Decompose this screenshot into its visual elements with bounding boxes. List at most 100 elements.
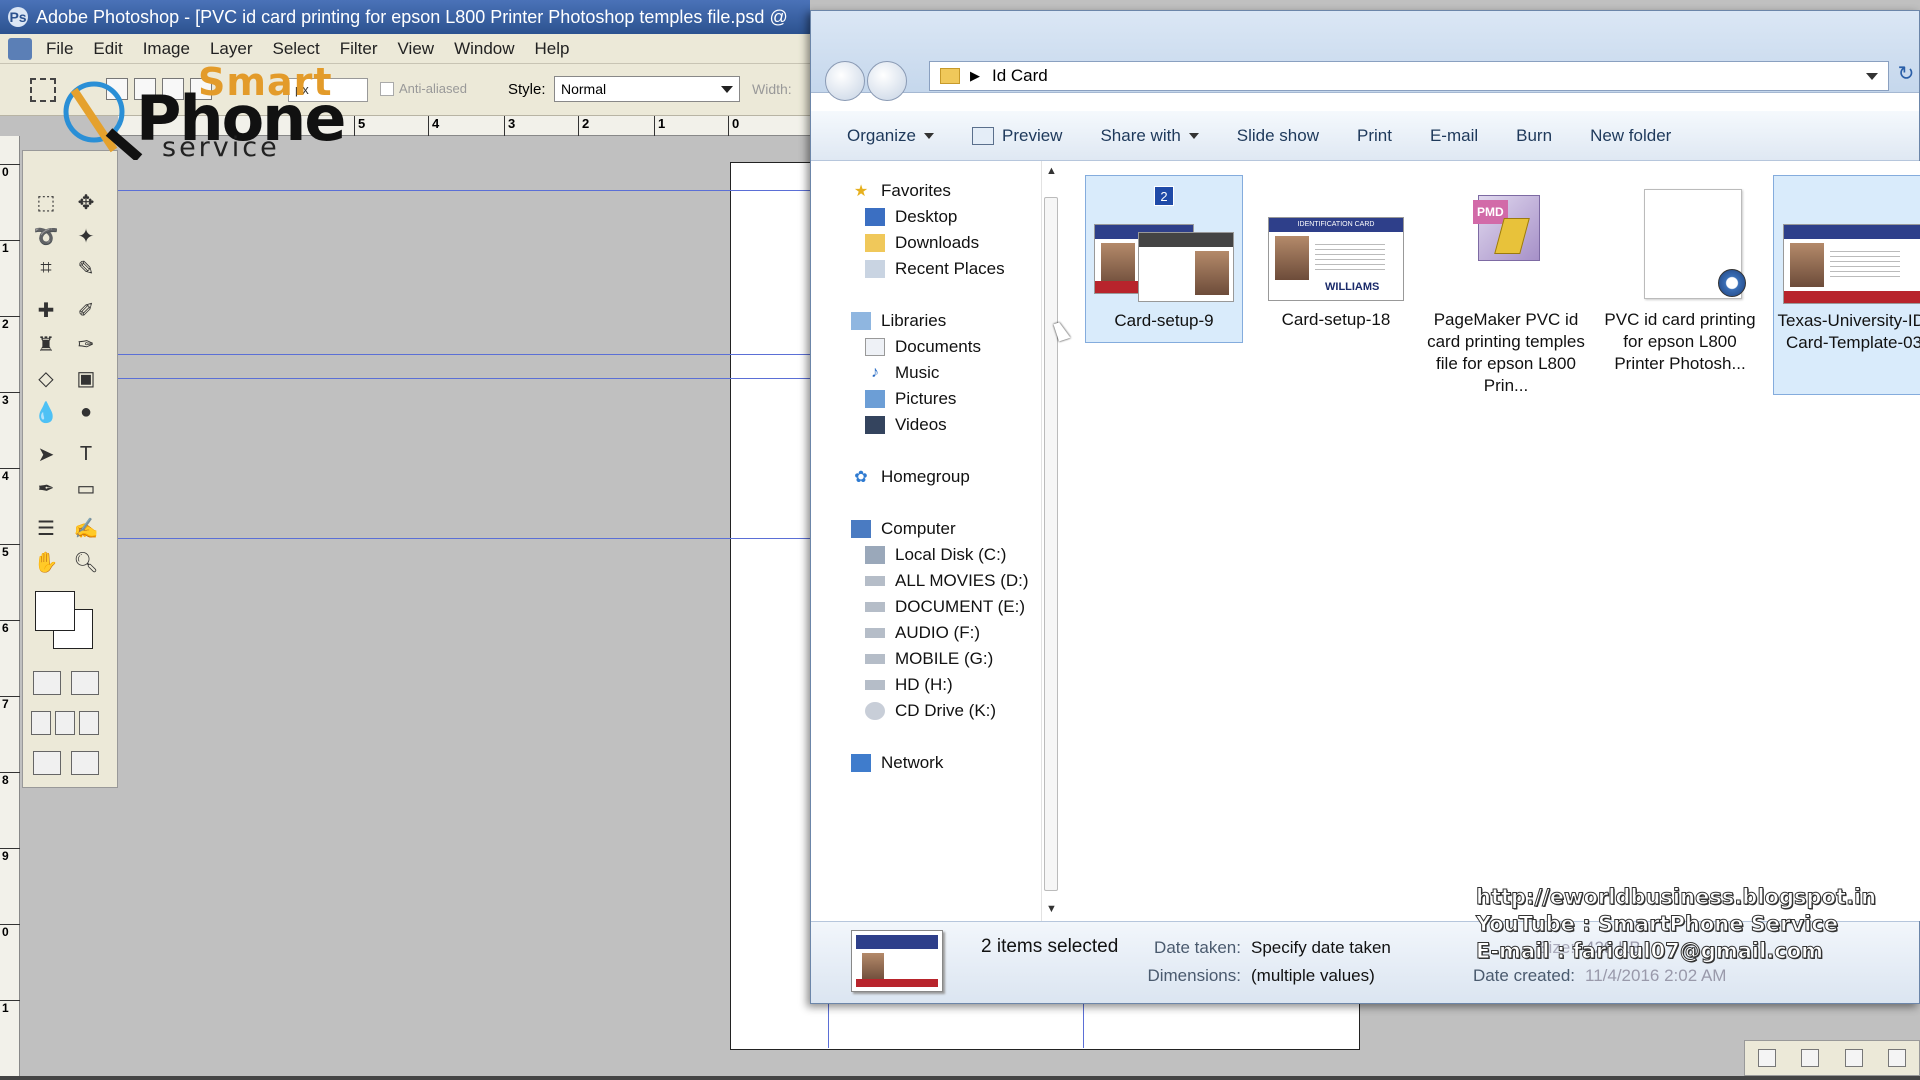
nav-downloads[interactable]: Downloads bbox=[865, 233, 979, 253]
nav-hd[interactable]: HD (H:) bbox=[865, 675, 953, 695]
quick-mask-icon[interactable] bbox=[71, 671, 99, 695]
eyedropper-icon[interactable]: ✍ bbox=[71, 515, 101, 541]
nav-recent-places[interactable]: Recent Places bbox=[865, 259, 1005, 279]
nav-pictures[interactable]: Pictures bbox=[865, 389, 956, 409]
chevron-right-icon[interactable]: ▶ bbox=[970, 68, 980, 84]
brush-icon[interactable]: ✐ bbox=[71, 297, 101, 323]
file-item-psd[interactable]: PVC id card printing for epson L800 Prin… bbox=[1601, 175, 1759, 375]
rectangle-shape-icon[interactable]: ▭ bbox=[71, 475, 101, 501]
anti-aliased-checkbox[interactable]: Anti-aliased bbox=[380, 81, 467, 96]
nav-cd-drive[interactable]: CD Drive (K:) bbox=[865, 701, 996, 721]
eraser-icon[interactable]: ◇ bbox=[31, 365, 61, 391]
subtract-selection-icon[interactable] bbox=[162, 78, 184, 100]
pictures-icon bbox=[865, 390, 885, 408]
palette-icon[interactable] bbox=[1757, 1049, 1776, 1067]
blur-icon[interactable]: 💧 bbox=[31, 399, 61, 425]
menu-file[interactable]: File bbox=[46, 39, 73, 59]
palette-icon[interactable] bbox=[1888, 1049, 1907, 1067]
menu-layer[interactable]: Layer bbox=[210, 39, 253, 59]
screen-mode-1-icon[interactable] bbox=[31, 711, 51, 735]
history-brush-icon[interactable]: ✑ bbox=[71, 331, 101, 357]
nav-network[interactable]: Network bbox=[851, 753, 943, 773]
print-button[interactable]: Print bbox=[1357, 126, 1392, 146]
menu-help[interactable]: Help bbox=[535, 39, 570, 59]
foreground-color-swatch[interactable] bbox=[35, 591, 75, 631]
file-item-card-setup-18[interactable]: IDENTIFICATION CARD WILLIAMS Card-setup-… bbox=[1257, 175, 1415, 331]
nav-libraries[interactable]: Libraries bbox=[851, 311, 946, 331]
scroll-down-icon[interactable]: ▼ bbox=[1046, 903, 1057, 915]
slide-show-button[interactable]: Slide show bbox=[1237, 126, 1319, 146]
nav-document-e[interactable]: DOCUMENT (E:) bbox=[865, 597, 1025, 617]
burn-button[interactable]: Burn bbox=[1516, 126, 1552, 146]
date-taken-value[interactable]: Specify date taken bbox=[1251, 938, 1391, 958]
email-button[interactable]: E-mail bbox=[1430, 126, 1478, 146]
dodge-icon[interactable]: ● bbox=[71, 399, 101, 425]
refresh-icon[interactable]: ↻ bbox=[1893, 61, 1919, 91]
scrollbar-thumb[interactable] bbox=[1044, 197, 1058, 891]
nav-documents[interactable]: Documents bbox=[865, 337, 981, 357]
magic-wand-icon[interactable]: ✦ bbox=[71, 223, 101, 249]
nav-all-movies[interactable]: ALL MOVIES (D:) bbox=[865, 571, 1029, 591]
nav-mobile[interactable]: MOBILE (G:) bbox=[865, 649, 993, 669]
horizontal-ruler: 5 4 3 2 1 0 bbox=[118, 116, 810, 136]
file-item-card-setup-9[interactable]: 2 Card-setup-9 bbox=[1085, 175, 1243, 343]
nav-homegroup[interactable]: ✿ Homegroup bbox=[851, 467, 970, 487]
menu-select[interactable]: Select bbox=[272, 39, 319, 59]
rect-marquee-icon[interactable]: ⬚ bbox=[31, 189, 61, 215]
imageready-icon[interactable] bbox=[71, 751, 99, 775]
lasso-icon[interactable]: ➰ bbox=[31, 223, 61, 249]
healing-brush-icon[interactable]: ✚ bbox=[31, 297, 61, 323]
preview-button[interactable]: Preview bbox=[971, 126, 1062, 146]
slice-icon[interactable]: ✎ bbox=[71, 255, 101, 281]
checkbox-box[interactable] bbox=[380, 81, 394, 96]
forward-button[interactable] bbox=[867, 61, 907, 101]
jump-to-imageready-icon[interactable] bbox=[33, 751, 61, 775]
new-selection-icon[interactable] bbox=[106, 78, 128, 100]
organize-button[interactable]: Organize bbox=[847, 126, 934, 146]
feather-input[interactable]: px bbox=[288, 78, 368, 102]
gradient-icon[interactable]: ▣ bbox=[71, 365, 101, 391]
nav-desktop[interactable]: Desktop bbox=[865, 207, 957, 227]
clone-stamp-icon[interactable]: ♜ bbox=[31, 331, 61, 357]
menu-view[interactable]: View bbox=[398, 39, 435, 59]
file-item-pagemaker[interactable]: PMD PageMaker PVC id card printing templ… bbox=[1427, 175, 1585, 397]
file-name: PageMaker PVC id card printing temples f… bbox=[1427, 310, 1585, 395]
notes-icon[interactable]: ☰ bbox=[31, 515, 61, 541]
nav-local-disk[interactable]: Local Disk (C:) bbox=[865, 545, 1006, 565]
nav-computer[interactable]: Computer bbox=[851, 519, 956, 539]
marquee-preset-icon[interactable] bbox=[30, 78, 56, 102]
new-folder-button[interactable]: New folder bbox=[1590, 126, 1671, 146]
menu-edit[interactable]: Edit bbox=[93, 39, 122, 59]
nav-pane-scrollbar[interactable]: ▲ ▼ bbox=[1041, 161, 1059, 921]
path-select-icon[interactable]: ➤ bbox=[31, 441, 61, 467]
nav-videos[interactable]: Videos bbox=[865, 415, 947, 435]
screen-mode-3-icon[interactable] bbox=[79, 711, 99, 735]
file-thumbnail: 2 bbox=[1094, 184, 1234, 302]
standard-mode-icon[interactable] bbox=[33, 671, 61, 695]
nav-music[interactable]: ♪ Music bbox=[865, 363, 939, 383]
back-button[interactable] bbox=[825, 61, 865, 101]
address-field[interactable]: ▶ Id Card bbox=[929, 61, 1889, 91]
zoom-tool-icon[interactable]: 🔍︎ bbox=[71, 549, 101, 575]
screen-mode-2-icon[interactable] bbox=[55, 711, 75, 735]
hand-tool-icon[interactable]: ✋ bbox=[31, 549, 61, 575]
add-selection-icon[interactable] bbox=[134, 78, 156, 100]
file-item-texas-university[interactable]: Texas-University-ID-Card-Template-03 bbox=[1773, 175, 1920, 395]
menu-image[interactable]: Image bbox=[143, 39, 190, 59]
palette-icon[interactable] bbox=[1844, 1049, 1863, 1067]
move-tool-icon[interactable]: ✥ bbox=[71, 189, 101, 215]
nav-audio[interactable]: AUDIO (F:) bbox=[865, 623, 980, 643]
share-with-button[interactable]: Share with bbox=[1100, 126, 1199, 146]
palette-icon[interactable] bbox=[1801, 1049, 1820, 1067]
nav-favorites[interactable]: ★ Favorites bbox=[851, 181, 951, 201]
menu-window[interactable]: Window bbox=[454, 39, 514, 59]
crop-icon[interactable]: ⌗ bbox=[31, 255, 61, 281]
intersect-selection-icon[interactable] bbox=[190, 78, 212, 100]
scroll-up-icon[interactable]: ▲ bbox=[1046, 165, 1057, 177]
style-select[interactable]: Normal bbox=[554, 76, 740, 102]
pen-tool-icon[interactable]: ✒ bbox=[31, 475, 61, 501]
chevron-down-icon[interactable] bbox=[1866, 73, 1878, 80]
type-tool-icon[interactable]: T bbox=[71, 441, 101, 467]
breadcrumb-id-card[interactable]: Id Card bbox=[992, 66, 1048, 86]
menu-filter[interactable]: Filter bbox=[340, 39, 378, 59]
